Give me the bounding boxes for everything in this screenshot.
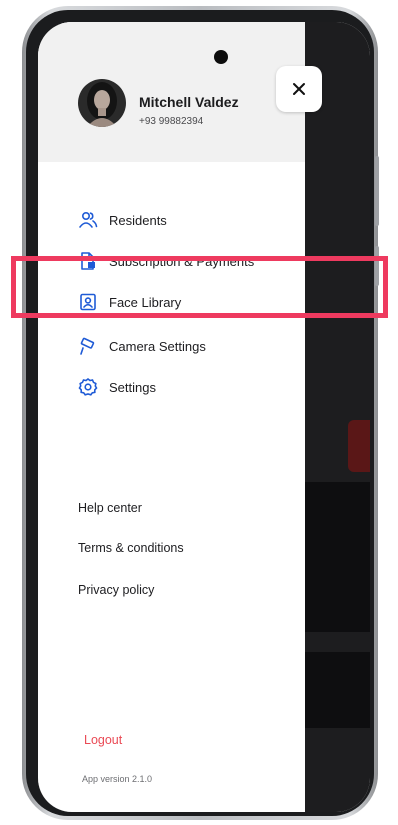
avatar[interactable]: [78, 79, 126, 127]
menu-item-residents[interactable]: Residents: [78, 208, 167, 232]
phone-frame: Mitchell Valdez +93 99882394 Residents S…: [22, 6, 379, 820]
help-center-link[interactable]: Help center: [78, 501, 142, 515]
background-card: [298, 652, 370, 728]
terms-link[interactable]: Terms & conditions: [78, 541, 184, 555]
app-version: App version 2.1.0: [82, 774, 153, 784]
gear-icon: [78, 377, 98, 397]
privacy-link[interactable]: Privacy policy: [78, 583, 154, 597]
user-name: Mitchell Valdez: [139, 94, 239, 110]
phone-side-button: [375, 156, 379, 226]
close-icon: [293, 83, 305, 95]
menu-item-label: Camera Settings: [109, 338, 206, 354]
user-phone: +93 99882394: [139, 116, 204, 127]
residents-icon: [78, 210, 98, 230]
logout-button[interactable]: Logout: [84, 733, 122, 747]
background-sos-button: [348, 420, 370, 472]
menu-item-label: Settings: [109, 379, 156, 395]
highlight-box: [11, 256, 388, 318]
drawer-profile-header: Mitchell Valdez +93 99882394: [38, 22, 305, 162]
phone-screen: Mitchell Valdez +93 99882394 Residents S…: [38, 22, 370, 812]
phone-bezel: Mitchell Valdez +93 99882394 Residents S…: [26, 10, 374, 816]
menu-item-settings[interactable]: Settings: [78, 375, 156, 399]
menu-item-camera-settings[interactable]: Camera Settings: [78, 334, 206, 358]
front-camera: [214, 50, 228, 64]
navigation-drawer: Mitchell Valdez +93 99882394 Residents S…: [38, 22, 305, 812]
menu-item-label: Residents: [109, 212, 167, 228]
background-card: [298, 482, 370, 632]
camera-icon: [78, 336, 98, 356]
close-drawer-button[interactable]: [276, 66, 322, 112]
